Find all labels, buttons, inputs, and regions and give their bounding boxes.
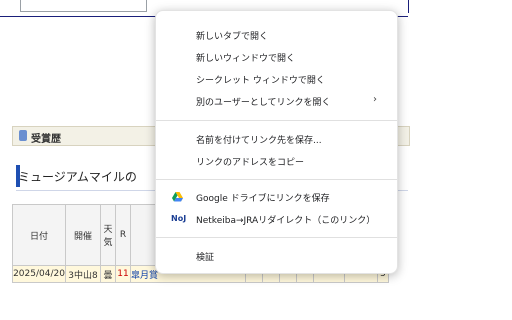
menu-item-open-as-user[interactable]: 別のユーザーとしてリンクを開く › (156, 91, 397, 111)
menu-item-netkeiba-redirect[interactable]: NoJ Netkeiba→JRAリダイレクト（このリンク） (156, 209, 397, 229)
menu-item-open-incognito[interactable]: シークレット ウィンドウで開く (156, 69, 397, 89)
chevron-right-icon: › (373, 94, 377, 105)
menu-separator (156, 237, 397, 238)
cell-weather: 曇 (100, 265, 116, 283)
award-header-label: 受賞歴 (31, 134, 61, 145)
menu-item-save-link-as[interactable]: 名前を付けてリンク先を保存... (156, 129, 397, 149)
menu-separator (156, 120, 397, 121)
menu-item-label: 新しいタブで開く (196, 32, 269, 42)
horse-section-title: ミュージアムマイルの (18, 170, 137, 184)
google-drive-icon (172, 192, 183, 202)
menu-item-label: 名前を付けてリンク先を保存... (196, 136, 322, 146)
menu-item-inspect[interactable]: 検証 (156, 246, 397, 266)
menu-item-label: Google ドライブにリンクを保存 (196, 194, 330, 204)
menu-item-label: 検証 (196, 253, 215, 263)
header-date: 日付 (12, 204, 66, 266)
menu-item-label: リンクのアドレスをコピー (196, 158, 305, 168)
menu-item-label: 別のユーザーとしてリンクを開く (196, 98, 331, 108)
netkeiba-icon: NoJ (171, 214, 187, 223)
context-menu: 新しいタブで開く 新しいウィンドウで開く シークレット ウィンドウで開く 別のユ… (155, 10, 398, 274)
menu-item-open-new-tab[interactable]: 新しいタブで開く (156, 25, 397, 45)
menu-item-label: シークレット ウィンドウで開く (196, 76, 325, 86)
header-venue: 開催 (65, 204, 101, 266)
menu-item-label: Netkeiba→JRAリダイレクト（このリンク） (196, 216, 376, 226)
menu-item-label: 新しいウィンドウで開く (196, 54, 296, 64)
menu-separator (156, 179, 397, 180)
award-icon (19, 130, 27, 141)
menu-item-open-new-window[interactable]: 新しいウィンドウで開く (156, 47, 397, 67)
header-weather: 天気 (100, 204, 116, 266)
menu-item-copy-link-address[interactable]: リンクのアドレスをコピー (156, 151, 397, 171)
cell-race-number: 11 (115, 265, 131, 283)
menu-item-save-to-google-drive[interactable]: Google ドライブにリンクを保存 (156, 187, 397, 207)
cell-date: 2025/04/20 (12, 265, 66, 283)
cell-venue: 3中山8 (65, 265, 101, 283)
header-race-number: R (115, 204, 131, 266)
